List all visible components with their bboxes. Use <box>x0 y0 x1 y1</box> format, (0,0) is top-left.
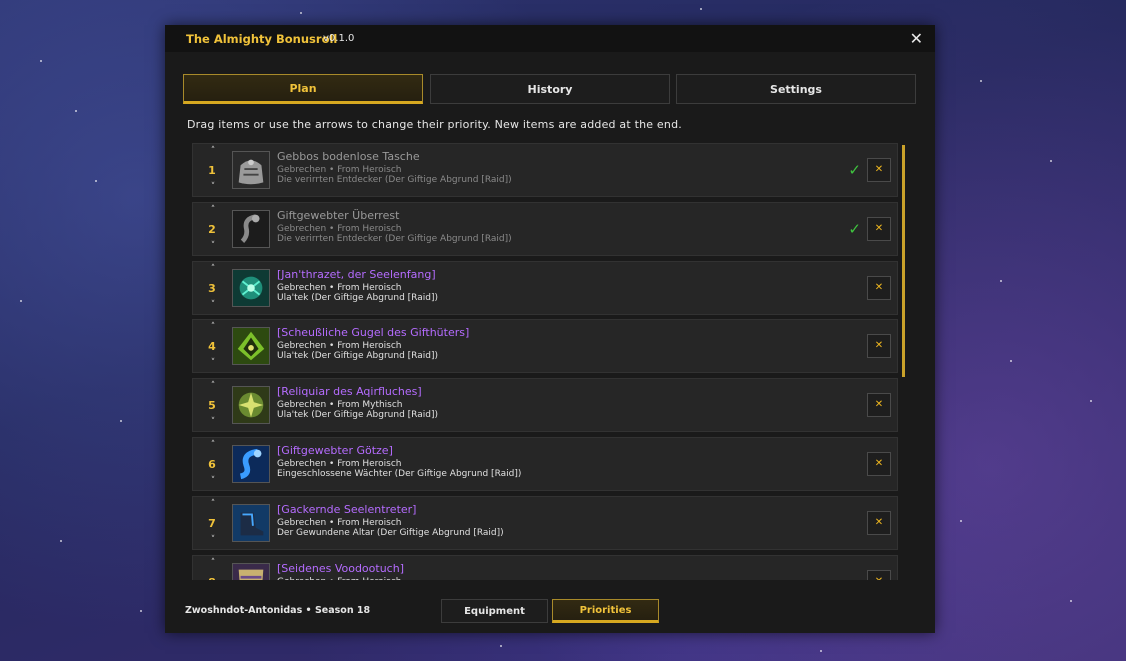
tab-settings[interactable]: Settings <box>676 74 916 104</box>
tab-plan[interactable]: Plan <box>183 74 423 104</box>
remove-item-button[interactable]: ✕ <box>867 452 891 476</box>
tab-equipment[interactable]: Equipment <box>441 599 548 623</box>
item-name[interactable]: [Giftgewebter Götze] <box>277 444 393 457</box>
item-source-difficulty: Gebrechen • From Heroisch <box>277 283 402 293</box>
remove-item-button[interactable]: ✕ <box>867 217 891 241</box>
tab-priorities[interactable]: Priorities <box>552 599 659 623</box>
priority-number: 4 <box>208 340 216 353</box>
version-label: v0.1.0 <box>323 33 355 44</box>
item-source-difficulty: Gebrechen • From Heroisch <box>277 459 402 469</box>
move-up-arrow-icon[interactable]: ˄ <box>208 146 218 156</box>
serpent-icon <box>232 210 270 248</box>
item-name[interactable]: [Gackernde Seelentreter] <box>277 503 416 516</box>
list-item[interactable]: ˄ 4 ˅ [Scheußliche Gugel des Gifthüters] Geb… <box>192 319 898 373</box>
obtained-check-icon: ✓ <box>848 161 861 179</box>
move-down-arrow-icon[interactable]: ˅ <box>208 182 218 192</box>
item-source-difficulty: Gebrechen • From Heroisch <box>277 165 402 175</box>
move-up-arrow-icon[interactable]: ˄ <box>208 264 218 274</box>
item-boss-instance: Ula'tek (Der Giftige Abgrund [Raid]) <box>277 293 438 303</box>
remove-item-button[interactable]: ✕ <box>867 158 891 182</box>
move-down-arrow-icon[interactable]: ˅ <box>208 358 218 368</box>
list-item[interactable]: ˄ 6 ˅ [Giftgewebter Götze] Gebrechen • From … <box>192 437 898 491</box>
move-down-arrow-icon[interactable]: ˅ <box>208 417 218 427</box>
priority-number: 6 <box>208 458 216 471</box>
list-item[interactable]: ˄ 2 ˅ Giftgewebter Überrest Gebrechen • From… <box>192 202 898 256</box>
priority-number: 3 <box>208 282 216 295</box>
priority-number: 7 <box>208 517 216 530</box>
hood-icon <box>232 327 270 365</box>
move-down-arrow-icon[interactable]: ˅ <box>208 476 218 486</box>
list-item[interactable]: ˄ 7 ˅ [Gackernde Seelentreter] Gebrechen • F… <box>192 496 898 550</box>
list-item[interactable]: ˄ 1 ˅ Gebbos bodenlose Tasche Gebrechen • Fr… <box>192 143 898 197</box>
cloth-icon <box>232 563 270 580</box>
item-name[interactable]: [Scheußliche Gugel des Gifthüters] <box>277 326 469 339</box>
move-down-arrow-icon[interactable]: ˅ <box>208 241 218 251</box>
item-boss-instance: Ula'tek (Der Giftige Abgrund [Raid]) <box>277 351 438 361</box>
move-down-arrow-icon[interactable]: ˅ <box>208 535 218 545</box>
item-name[interactable]: [Jan'thrazet, der Seelenfang] <box>277 268 436 281</box>
list-item[interactable]: ˄ 5 ˅ [Reliquiar des Aqirfluches] Gebrechen … <box>192 378 898 432</box>
main-tabs: Plan History Settings <box>183 74 917 105</box>
item-boss-instance: Eingeschlossene Wächter (Der Giftige Abg… <box>277 469 522 479</box>
remove-item-button[interactable]: ✕ <box>867 276 891 300</box>
move-up-arrow-icon[interactable]: ˄ <box>208 205 218 215</box>
priority-list: ˄ 1 ˅ Gebbos bodenlose Tasche Gebrechen • Fr… <box>192 143 898 580</box>
remove-item-button[interactable]: ✕ <box>867 334 891 358</box>
remove-item-button[interactable]: ✕ <box>867 511 891 535</box>
obtained-check-icon: ✓ <box>848 220 861 238</box>
list-item[interactable]: ˄8˅[Seidenes Voodootuch]Gebrechen • From… <box>192 555 898 580</box>
idol-icon <box>232 445 270 483</box>
priority-number: 5 <box>208 399 216 412</box>
item-source-difficulty: Gebrechen • From Mythisch <box>277 400 403 410</box>
remove-item-button[interactable]: ✕ <box>867 570 891 580</box>
move-up-arrow-icon[interactable]: ˄ <box>208 499 218 509</box>
priority-number: 8 <box>205 576 219 580</box>
item-source-difficulty: Gebrechen • From Heroisch <box>277 577 402 580</box>
priority-number: 1 <box>208 164 216 177</box>
move-down-arrow-icon[interactable]: ˅ <box>208 300 218 310</box>
close-icon[interactable]: ✕ <box>910 31 923 47</box>
move-up-arrow-icon[interactable]: ˄ <box>208 322 218 332</box>
character-season-label: Zwoshndot-Antonidas • Season 18 <box>185 605 371 616</box>
item-source-difficulty: Gebrechen • From Heroisch <box>277 341 402 351</box>
scrollbar-thumb[interactable] <box>902 145 905 377</box>
move-up-arrow-icon[interactable]: ˄ <box>208 558 218 568</box>
item-name[interactable]: Giftgewebter Überrest <box>277 209 399 222</box>
item-boss-instance: Der Gewundene Altar (Der Giftige Abgrund… <box>277 528 504 538</box>
item-boss-instance: Die verirrten Entdecker (Der Giftige Abg… <box>277 175 512 185</box>
addon-window: The Almighty Bonusroll v0.1.0 ✕ Plan His… <box>165 25 935 633</box>
item-source-difficulty: Gebrechen • From Heroisch <box>277 224 402 234</box>
item-source-difficulty: Gebrechen • From Heroisch <box>277 518 402 528</box>
remove-item-button[interactable]: ✕ <box>867 393 891 417</box>
move-up-arrow-icon[interactable]: ˄ <box>208 440 218 450</box>
item-name[interactable]: Gebbos bodenlose Tasche <box>277 150 420 163</box>
list-item[interactable]: ˄ 3 ˅ [Jan'thrazet, der Seelenfang] Gebreche… <box>192 261 898 315</box>
tab-history[interactable]: History <box>430 74 670 104</box>
soul-weapon-icon <box>232 269 270 307</box>
title-bar[interactable]: The Almighty Bonusroll v0.1.0 ✕ <box>165 25 935 52</box>
item-boss-instance: Die verirrten Entdecker (Der Giftige Abg… <box>277 234 512 244</box>
priority-number: 2 <box>208 223 216 236</box>
item-boss-instance: Ula'tek (Der Giftige Abgrund [Raid]) <box>277 410 438 420</box>
item-name[interactable]: [Reliquiar des Aqirfluches] <box>277 385 422 398</box>
window-title: The Almighty Bonusroll <box>186 32 338 46</box>
boots-icon <box>232 504 270 542</box>
item-name[interactable]: [Seidenes Voodootuch] <box>277 562 404 575</box>
instruction-text: Drag items or use the arrows to change t… <box>187 118 682 131</box>
move-up-arrow-icon[interactable]: ˄ <box>208 381 218 391</box>
bag-icon <box>232 151 270 189</box>
reliquary-icon <box>232 386 270 424</box>
